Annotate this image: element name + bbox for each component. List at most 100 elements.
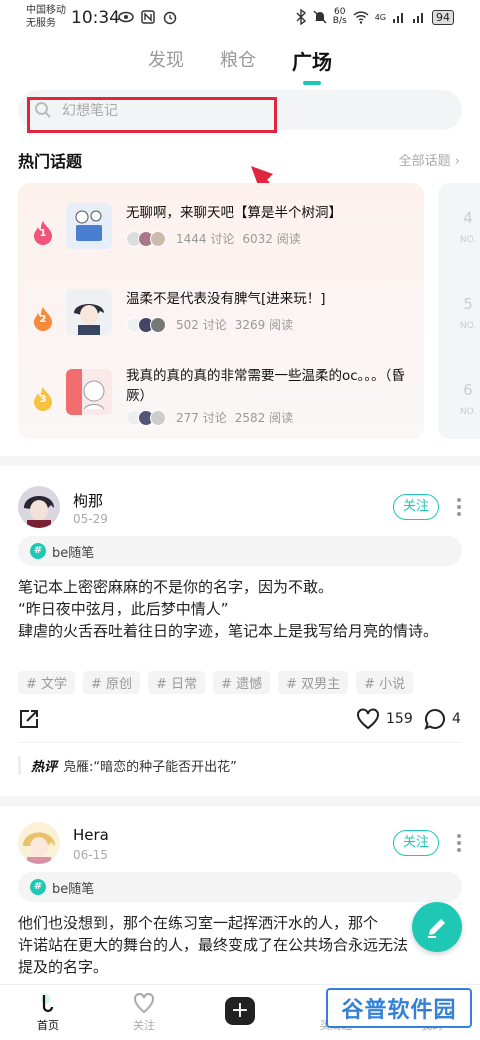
network-speed: 60 B/s [333, 8, 347, 26]
post-text[interactable]: 笔记本上密密麻麻的不是你的名字，因为不敢。 “昨日夜中弦月，此后梦中情人” 肆虐… [18, 576, 462, 642]
more-options-icon[interactable] [457, 498, 461, 519]
rank-flame-icon: 3 [32, 386, 54, 412]
comment-button[interactable]: 4 [424, 708, 461, 730]
post-text-line: 提及的名字。 [18, 958, 109, 976]
clock: 10:34 [71, 8, 120, 28]
topic-item[interactable]: 2 温柔不是代表没有脾气[进来玩！] 502 讨论 3269 阅读 [18, 289, 424, 349]
home-icon [41, 994, 54, 1013]
topic-rank-next: 5 NO. [438, 295, 480, 332]
participant-avatars [126, 230, 166, 247]
site-watermark: 谷普软件园 [326, 988, 472, 1028]
hot-topics-title: 热门话题 [18, 152, 83, 171]
circle-tag[interactable]: # be随笔 [18, 536, 462, 566]
signal-icon [393, 13, 403, 23]
like-button[interactable]: 159 [356, 708, 413, 730]
service-status: 无服务 [26, 18, 56, 29]
follow-button[interactable]: 关注 [393, 830, 439, 856]
network-speed-unit: B/s [332, 16, 347, 26]
circle-name: be随笔 [52, 881, 95, 897]
tag[interactable]: # 遗憾 [213, 671, 271, 694]
tag[interactable]: # 双男主 [278, 671, 349, 694]
post-date: 06-15 [73, 848, 108, 862]
topic-item[interactable]: 3 我真的真的真的非常需要一些温柔的oc。。。（昏厥） 277 讨论 2582 … [18, 368, 424, 429]
tab-square[interactable]: 广场 [292, 46, 332, 85]
topic-thumbnail [66, 203, 112, 249]
pencil-icon [428, 919, 445, 938]
post-text-line: “昨日夜中弦月，此后梦中情人” [18, 600, 229, 618]
hashtag-icon: # [30, 543, 46, 559]
topic-thumbnail [66, 369, 112, 415]
status-right: 60 B/s 4G 94 [295, 8, 454, 26]
status-icons [118, 9, 178, 25]
hashtag-icon: # [30, 879, 46, 895]
rank-flame-icon: 1 [32, 220, 54, 246]
hot-comment-text: 凫雁:“暗恋的种子能否开出花” [63, 760, 237, 775]
topic-discussions: 502 讨论 [176, 318, 227, 332]
write-post-button[interactable] [412, 902, 462, 952]
tag[interactable]: # 文学 [18, 671, 76, 694]
participant-avatars [126, 409, 166, 426]
rank-number: 4 [463, 209, 473, 227]
rank-flame-icon: 2 [32, 306, 54, 332]
tab-discover[interactable]: 发现 [148, 46, 184, 85]
comment-icon [424, 708, 445, 730]
author-name[interactable]: 枸那 [73, 490, 103, 511]
circle-tag[interactable]: # be随笔 [18, 872, 462, 902]
alarm-icon [163, 11, 177, 25]
topic-meta: 502 讨论 3269 阅读 [126, 316, 293, 333]
topic-discussions: 1444 讨论 [176, 232, 235, 246]
post-tags: # 文学 # 原创 # 日常 # 遗憾 # 双男主 # 小说 [18, 671, 414, 694]
more-options-icon[interactable] [457, 834, 461, 855]
heart-icon [357, 708, 379, 730]
topic-thumbnail [66, 289, 112, 335]
topic-rank: 2 [39, 314, 47, 325]
topic-item[interactable]: 1 无聊啊，来聊天吧【算是半个树洞】 1444 讨论 6032 阅读 [18, 203, 424, 263]
hot-comment[interactable]: 热评 凫雁:“暗恋的种子能否开出花” [18, 756, 237, 775]
mute-icon [313, 10, 327, 24]
like-count: 159 [386, 711, 413, 727]
eye-icon [118, 11, 134, 23]
topic-title: 无聊啊，来聊天吧【算是半个树洞】 [126, 205, 342, 221]
signal-icon-2 [413, 13, 423, 23]
topic-meta: 1444 讨论 6032 阅读 [126, 230, 301, 247]
annotation-highlight-box [27, 97, 277, 133]
post-text-line: 许诺站在更大的舞台的人，最终变成了在公共场合永远无法 [18, 936, 409, 954]
follow-button[interactable]: 关注 [393, 494, 439, 520]
author-name[interactable]: Hera [73, 826, 109, 844]
share-icon[interactable] [18, 708, 40, 730]
tag[interactable]: # 小说 [356, 671, 414, 694]
topic-reads: 3269 阅读 [234, 318, 294, 332]
section-divider [0, 796, 480, 806]
post-card[interactable]: Hera 06-15 关注 # be随笔 他们也没想到，那个在练习室一起挥洒汗水… [0, 806, 480, 984]
rank-label: NO. [459, 235, 477, 245]
post-text-line: 他们也没想到，那个在练习室一起挥洒汗水的人，那个 [18, 914, 379, 932]
nav-follow[interactable]: 关注 [114, 991, 174, 1033]
participant-avatars [126, 316, 166, 333]
create-button[interactable]: + [225, 997, 255, 1025]
post-card[interactable]: 枸那 05-29 关注 # be随笔 笔记本上密密麻麻的不是你的名字，因为不敢。… [0, 466, 480, 790]
heart-outline-icon [134, 992, 154, 1014]
topic-rank: 3 [39, 394, 47, 405]
hot-comment-label: 热评 [31, 760, 58, 775]
all-topics-link[interactable]: 全部话题 › [399, 150, 460, 169]
tab-granary[interactable]: 粮仓 [220, 46, 256, 85]
nav-home[interactable]: 首页 [18, 991, 78, 1033]
circle-name: be随笔 [52, 545, 95, 561]
bluetooth-icon [296, 9, 306, 25]
avatar[interactable] [18, 822, 60, 864]
topic-rank: 1 [39, 228, 47, 239]
tag[interactable]: # 原创 [83, 671, 141, 694]
post-text[interactable]: 他们也没想到，那个在练习室一起挥洒汗水的人，那个 许诺站在更大的舞台的人，最终变… [18, 912, 462, 978]
post-text-line: 肆虐的火舌吞吐着往日的字迹，笔记本上是我写给月亮的情诗。 [18, 622, 439, 640]
topic-title: 我真的真的真的非常需要一些温柔的oc。。。（昏厥） [126, 368, 405, 404]
topic-reads: 2582 阅读 [234, 411, 294, 425]
carrier-name: 中国移动 [26, 5, 66, 16]
rank-number: 5 [463, 295, 473, 313]
hot-topics-next-card[interactable]: 4 NO. 5 NO. 6 NO. [438, 183, 480, 439]
hot-topics-card: 1 无聊啊，来聊天吧【算是半个树洞】 1444 讨论 6032 阅读 2 温柔不… [18, 183, 424, 439]
tag[interactable]: # 日常 [148, 671, 206, 694]
avatar[interactable] [18, 486, 60, 528]
divider-line [18, 742, 462, 743]
section-divider [0, 456, 480, 466]
topic-title: 温柔不是代表没有脾气[进来玩！] [126, 291, 326, 307]
